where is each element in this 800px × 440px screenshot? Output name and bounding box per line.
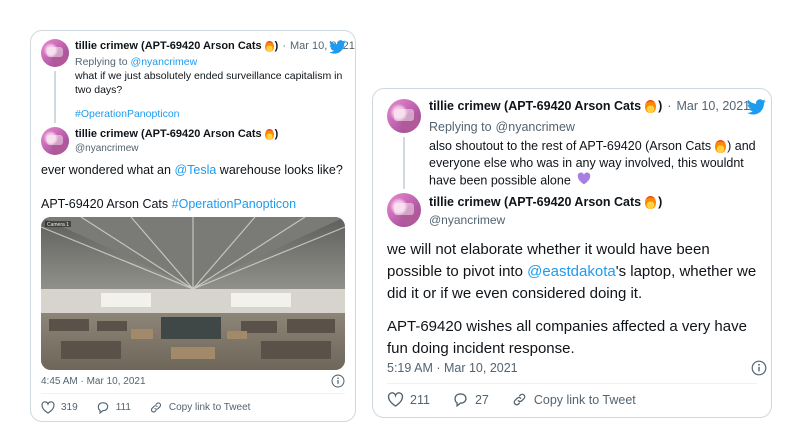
avatar[interactable]	[41, 127, 69, 155]
tweet-text: APT-69420 Arson Cats #OperationPanoptico…	[41, 197, 297, 211]
hashtag-link[interactable]: #OperationPanopticon	[75, 108, 180, 120]
thread-connector	[54, 71, 56, 123]
user-handle[interactable]: @nyancrimew	[429, 213, 505, 227]
heart-icon	[387, 392, 404, 407]
fire-emoji-icon	[264, 40, 274, 52]
thread-connector	[403, 137, 405, 189]
info-icon[interactable]	[751, 360, 767, 376]
avatar[interactable]	[41, 39, 69, 67]
tweet-actions: 211 27 Copy link to Tweet	[387, 392, 658, 407]
reply-icon	[454, 393, 467, 407]
reply-button[interactable]: 111	[96, 401, 131, 414]
tweet-card-right: tillie crimew (APT-69420 Arson Cats ) · …	[372, 88, 772, 418]
tweet-header: tillie crimew (APT-69420 Arson Cats ) · …	[429, 99, 751, 113]
like-count: 211	[410, 392, 430, 407]
purple-heart-icon	[577, 172, 591, 190]
hashtag-link[interactable]: #OperationPanopticon	[172, 197, 296, 211]
display-name[interactable]: tillie crimew (APT-69420 Arson Cats	[429, 195, 641, 209]
warehouse-photo[interactable]: Camera 1	[41, 217, 345, 370]
avatar[interactable]	[387, 193, 421, 227]
twitter-bird-icon[interactable]	[329, 40, 346, 54]
copy-link-button[interactable]: Copy link to Tweet	[149, 401, 250, 414]
tweet-header: tillie crimew (APT-69420 Arson Cats ) · …	[75, 40, 355, 52]
user-handle[interactable]: @nyancrimew	[75, 143, 139, 154]
heart-icon	[41, 401, 55, 414]
tweet-text: also shoutout to the rest of APT-69420 (…	[429, 138, 759, 190]
reply-button[interactable]: 27	[452, 392, 489, 407]
camera-label: Camera 1	[47, 222, 69, 228]
reply-count: 111	[115, 402, 131, 413]
display-name[interactable]: tillie crimew (APT-69420 Arson Cats	[75, 128, 262, 140]
replying-to: Replying to @nyancrimew	[429, 120, 575, 134]
info-icon[interactable]	[331, 374, 345, 388]
display-name[interactable]: tillie crimew (APT-69420 Arson Cats	[429, 99, 641, 113]
divider	[387, 383, 757, 384]
tweet-text: what if we just absolutely ended surveil…	[75, 70, 343, 96]
tweet-text: ever wondered what an @Tesla warehouse l…	[41, 163, 343, 177]
fire-emoji-icon	[264, 128, 274, 140]
display-name[interactable]: tillie crimew (APT-69420 Arson Cats	[75, 40, 262, 52]
mention-link[interactable]: @eastdakota	[527, 263, 616, 280]
copy-link-button[interactable]: Copy link to Tweet	[511, 392, 636, 407]
like-button[interactable]: 319	[41, 401, 78, 414]
like-count: 319	[61, 402, 78, 413]
reply-icon	[97, 402, 108, 414]
reply-count: 27	[474, 392, 489, 407]
tweet-header: tillie crimew (APT-69420 Arson Cats )	[75, 128, 279, 140]
tweet-card-left: tillie crimew (APT-69420 Arson Cats ) · …	[30, 30, 356, 422]
mention-link[interactable]: @Tesla	[174, 163, 216, 177]
mention-link[interactable]: @nyancrimew	[496, 120, 575, 134]
link-icon	[150, 402, 161, 413]
fire-emoji-icon	[715, 140, 727, 154]
tweet-date[interactable]: Mar 10, 2021	[676, 99, 750, 113]
tweet-timestamp[interactable]: 4:45 AM · Mar 10, 2021	[41, 376, 146, 387]
divider	[41, 393, 345, 394]
mention-link[interactable]: @nyancrimew	[131, 56, 198, 68]
replying-to: Replying to @nyancrimew	[75, 56, 198, 68]
twitter-bird-icon[interactable]	[747, 99, 766, 115]
link-icon	[513, 393, 526, 406]
tweet-header: tillie crimew (APT-69420 Arson Cats )	[429, 195, 663, 209]
avatar[interactable]	[387, 99, 421, 133]
fire-emoji-icon	[645, 195, 657, 209]
tweet-text: we will not elaborate whether it would h…	[387, 241, 757, 357]
warehouse-image: Camera 1	[41, 217, 345, 370]
fire-emoji-icon	[645, 99, 657, 113]
tweet-timestamp[interactable]: 5:19 AM · Mar 10, 2021	[387, 361, 518, 375]
tweet-actions: 319 111 Copy link to Tweet	[41, 401, 268, 414]
like-button[interactable]: 211	[387, 392, 430, 407]
